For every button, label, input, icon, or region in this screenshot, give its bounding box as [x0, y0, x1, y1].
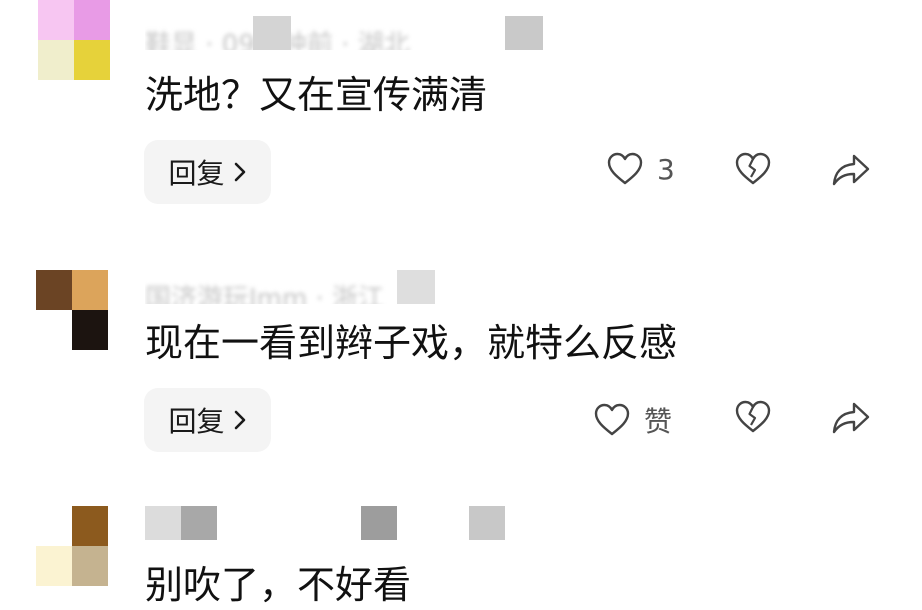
broken-heart-icon	[735, 400, 771, 434]
share-button[interactable]	[832, 153, 870, 187]
avatar[interactable]	[38, 0, 110, 80]
like-button[interactable]: 赞	[594, 400, 672, 440]
comment-text: 现在一看到辫子戏，就特么反感	[145, 321, 678, 365]
comment-meta	[145, 506, 585, 540]
heart-icon	[607, 152, 643, 186]
avatar[interactable]	[36, 506, 108, 586]
like-count: 赞	[644, 405, 673, 438]
avatar[interactable]	[36, 270, 108, 350]
comment-text: 别吹了，不好看	[145, 563, 412, 607]
like-button[interactable]: 3	[607, 152, 675, 186]
dislike-button[interactable]	[735, 400, 771, 434]
comment-meta: 国济游玩Jmm · 浙江	[145, 270, 585, 304]
comment-meta: 鞋显 · 09分钟前 · 湖北	[145, 16, 585, 50]
share-icon	[832, 153, 870, 187]
reply-label: 回复	[168, 405, 225, 438]
share-icon	[832, 401, 870, 435]
reply-button[interactable]: 回复	[144, 388, 271, 452]
broken-heart-icon	[735, 152, 771, 186]
chevron-right-icon	[233, 409, 247, 431]
heart-icon	[594, 403, 630, 437]
reply-button[interactable]: 回复	[144, 140, 271, 204]
chevron-right-icon	[233, 161, 247, 183]
comment-text: 洗地？又在宣传满清	[145, 73, 488, 117]
reply-label: 回复	[168, 157, 225, 190]
dislike-button[interactable]	[735, 152, 771, 186]
author-name[interactable]: 国济游玩Jmm · 浙江	[145, 278, 384, 304]
like-count: 3	[657, 152, 675, 186]
share-button[interactable]	[832, 401, 870, 435]
